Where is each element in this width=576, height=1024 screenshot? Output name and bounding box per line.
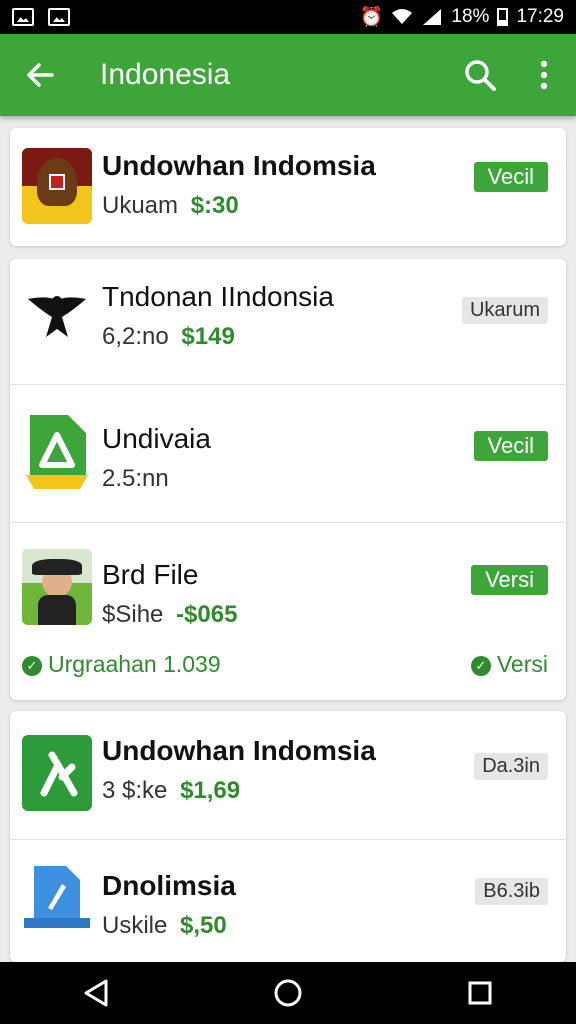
app-price: $:30 <box>190 192 239 219</box>
search-icon <box>465 60 496 91</box>
signal-icon <box>423 9 442 25</box>
back-nav-button[interactable] <box>66 963 126 1023</box>
blue-doc-icon <box>24 866 90 928</box>
version-button[interactable]: Versi <box>471 565 548 595</box>
green-doc-icon <box>26 415 88 489</box>
app-bar: Indonesia <box>0 34 576 116</box>
app-name: Brd File <box>102 559 199 590</box>
app-price: $149 <box>181 323 235 350</box>
app-name: Dnolimsia <box>102 870 236 901</box>
k-logo-icon <box>40 751 78 797</box>
app-author: Ukuam <box>102 192 179 219</box>
navigation-bar <box>0 962 576 1024</box>
wifi-icon <box>392 9 413 24</box>
list-item[interactable]: Tndonan IIndonsia 6,2:no $149 Ukarum <box>10 259 566 385</box>
version-label: Versi <box>496 651 548 677</box>
update-info: ✓ Urgraahan 1.039 <box>22 651 221 678</box>
app-price: $1,69 <box>180 777 241 804</box>
overflow-menu-button[interactable] <box>512 34 576 116</box>
list-item[interactable]: Undivaia 2.5:nn Vecil <box>10 385 566 523</box>
search-button[interactable] <box>448 34 512 116</box>
check-circle-icon: ✓ <box>470 655 491 676</box>
page-title: Indonesia <box>100 58 231 91</box>
battery-icon <box>497 8 509 26</box>
document-app-icon <box>22 413 92 489</box>
app-meta: Uskile $,50 <box>102 912 227 940</box>
status-badge[interactable]: Ukarum <box>461 297 548 324</box>
status-bar: ⏰ 18% 17:29 <box>0 0 576 34</box>
list-card: Tndonan IIndonsia 6,2:no $149 Ukarum Und… <box>10 259 566 700</box>
app-name: Undowhan Indomsia <box>102 735 376 766</box>
home-nav-button[interactable] <box>258 963 318 1023</box>
app-meta: Ukuam $:30 <box>102 192 239 220</box>
app-author: 2.5:nn <box>102 465 169 492</box>
back-button[interactable] <box>0 34 80 116</box>
status-badge[interactable]: Da.3in <box>474 753 548 780</box>
app-meta: $Sihe -$065 <box>102 601 237 629</box>
app-author: 3 $:ke <box>102 777 168 804</box>
k-app-icon <box>22 735 92 811</box>
alarm-icon: ⏰ <box>359 7 384 28</box>
app-name: Undivaia <box>102 423 211 454</box>
photo-icon <box>12 8 34 26</box>
circle-home-icon <box>274 979 302 1007</box>
arrow-back-icon <box>27 63 54 87</box>
more-vert-icon <box>540 60 548 90</box>
triangle-back-icon <box>84 979 108 1007</box>
note-app-icon <box>22 862 92 938</box>
eagle-icon <box>28 296 86 337</box>
list-item[interactable]: Undowhan Indomsia Ukuam $:30 Vecil <box>10 128 566 246</box>
app-name: Undowhan Indomsia <box>102 150 376 181</box>
app-author: $Sihe <box>102 601 164 628</box>
app-price: -$065 <box>176 601 238 628</box>
app-meta: 6,2:no $149 <box>102 323 235 351</box>
install-button[interactable]: Vecil <box>473 162 548 192</box>
image-icon <box>48 8 70 26</box>
app-name: Tndonan IIndonsia <box>102 281 334 312</box>
update-row: ✓ Urgraahan 1.039 ✓ Versi <box>22 651 548 678</box>
check-circle-icon: ✓ <box>22 655 42 676</box>
install-button[interactable]: Vecil <box>473 431 548 461</box>
recents-nav-button[interactable] <box>450 963 510 1023</box>
app-author: Uskile <box>102 912 168 939</box>
garuda-app-icon <box>22 148 92 224</box>
app-meta: 2.5:nn <box>102 465 169 493</box>
eagle-app-icon <box>22 281 92 357</box>
app-meta: 3 $:ke $1,69 <box>102 777 240 805</box>
status-badge[interactable]: B6.3ib <box>475 878 548 905</box>
update-label: Urgraahan 1.039 <box>48 651 221 677</box>
list-card: Undowhan Indomsia 3 $:ke $1,69 Da.3in Dn… <box>10 711 566 962</box>
clock: 17:29 <box>516 6 564 27</box>
list-item[interactable]: Undowhan Indomsia 3 $:ke $1,69 Da.3in <box>10 711 566 840</box>
app-price: $,50 <box>180 912 227 939</box>
square-recents-icon <box>468 981 492 1005</box>
list-item[interactable]: Brd File $Sihe -$065 Versi ✓ Urgraahan 1.… <box>10 523 566 700</box>
character-app-icon <box>22 549 92 625</box>
app-author: 6,2:no <box>102 323 169 350</box>
version-info[interactable]: ✓ Versi <box>470 651 548 678</box>
battery-percent: 18% <box>451 6 490 27</box>
list-item[interactable]: Dnolimsia Uskile $,50 B6.3ib <box>10 840 566 962</box>
